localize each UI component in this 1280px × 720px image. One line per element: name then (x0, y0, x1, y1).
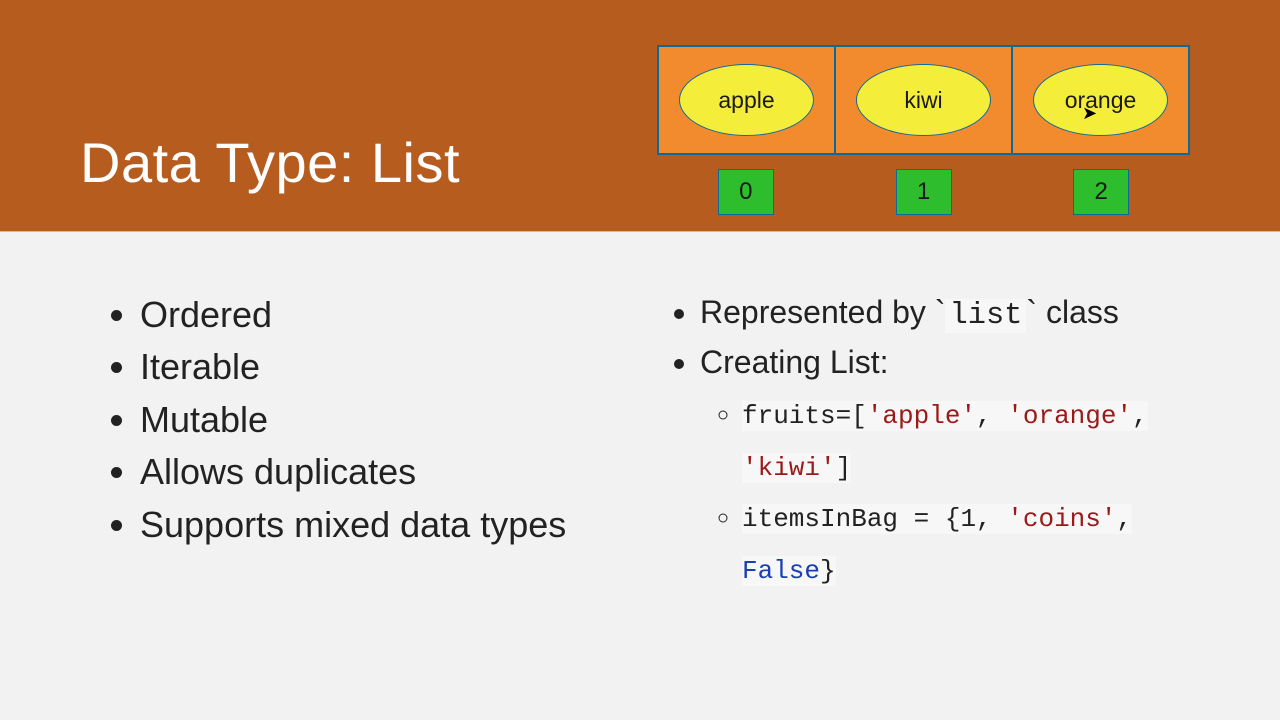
tok-string: 'coins' (1007, 504, 1116, 534)
tok: , (1132, 401, 1148, 431)
properties-list: Ordered Iterable Mutable Allows duplicat… (110, 290, 670, 550)
index-box: 0 (718, 169, 774, 215)
tok: fruits=[ (742, 401, 867, 431)
creating-list-item: Creating List: fruits=['apple', 'orange'… (700, 340, 1210, 596)
list-item-ellipse: apple (679, 64, 814, 136)
represented-by-item: Represented by `list` class (700, 290, 1210, 338)
tok-keyword: False (742, 556, 820, 586)
index-box: 1 (896, 169, 952, 215)
list-item: Ordered (140, 290, 670, 340)
index-slot: 2 (1012, 169, 1190, 215)
list-cell: apple (659, 47, 836, 153)
right-column: Represented by `list` class Creating Lis… (670, 290, 1210, 598)
tok: 1 (960, 504, 976, 534)
tok-string: 'orange' (1007, 401, 1132, 431)
tok: itemsInBag = { (742, 504, 960, 534)
code-line: fruits=['apple', 'orange', 'kiwi'] (742, 401, 1148, 482)
tok: , (976, 504, 1007, 534)
tok: , (976, 401, 1007, 431)
slide-header: Data Type: List apple kiwi orange 0 1 2 (0, 0, 1280, 232)
slide-body: Ordered Iterable Mutable Allows duplicat… (0, 232, 1280, 598)
code-example: fruits=['apple', 'orange', 'kiwi'] (742, 390, 1210, 493)
details-list: Represented by `list` class Creating Lis… (670, 290, 1210, 596)
slide-title: Data Type: List (80, 130, 460, 195)
code-line: itemsInBag = {1, 'coins', False} (742, 504, 1132, 585)
list-indices-row: 0 1 2 (657, 169, 1190, 215)
text: ` class (1026, 294, 1118, 330)
list-item: Allows duplicates (140, 447, 670, 497)
tok: } (820, 556, 836, 586)
index-box: 2 (1073, 169, 1129, 215)
list-cells-row: apple kiwi orange (657, 45, 1190, 155)
tok: , (1116, 504, 1132, 534)
list-diagram: apple kiwi orange 0 1 2 (657, 45, 1190, 215)
text: Represented by ` (700, 294, 945, 330)
left-column: Ordered Iterable Mutable Allows duplicat… (110, 290, 670, 598)
list-item-ellipse: orange (1033, 64, 1168, 136)
list-item: Iterable (140, 342, 670, 392)
list-item: Mutable (140, 395, 670, 445)
code-example: itemsInBag = {1, 'coins', False} (742, 493, 1210, 596)
tok-string: 'kiwi' (742, 453, 836, 483)
tok-string: 'apple' (867, 401, 976, 431)
index-slot: 0 (657, 169, 835, 215)
tok: ] (836, 453, 852, 483)
list-item: Supports mixed data types (140, 500, 670, 550)
list-item-ellipse: kiwi (856, 64, 991, 136)
index-slot: 1 (835, 169, 1013, 215)
examples-list: fruits=['apple', 'orange', 'kiwi'] items… (700, 390, 1210, 596)
code-inline: list (945, 299, 1026, 333)
text: Creating List: (700, 344, 889, 380)
list-cell: kiwi (836, 47, 1013, 153)
list-cell: orange (1013, 47, 1188, 153)
